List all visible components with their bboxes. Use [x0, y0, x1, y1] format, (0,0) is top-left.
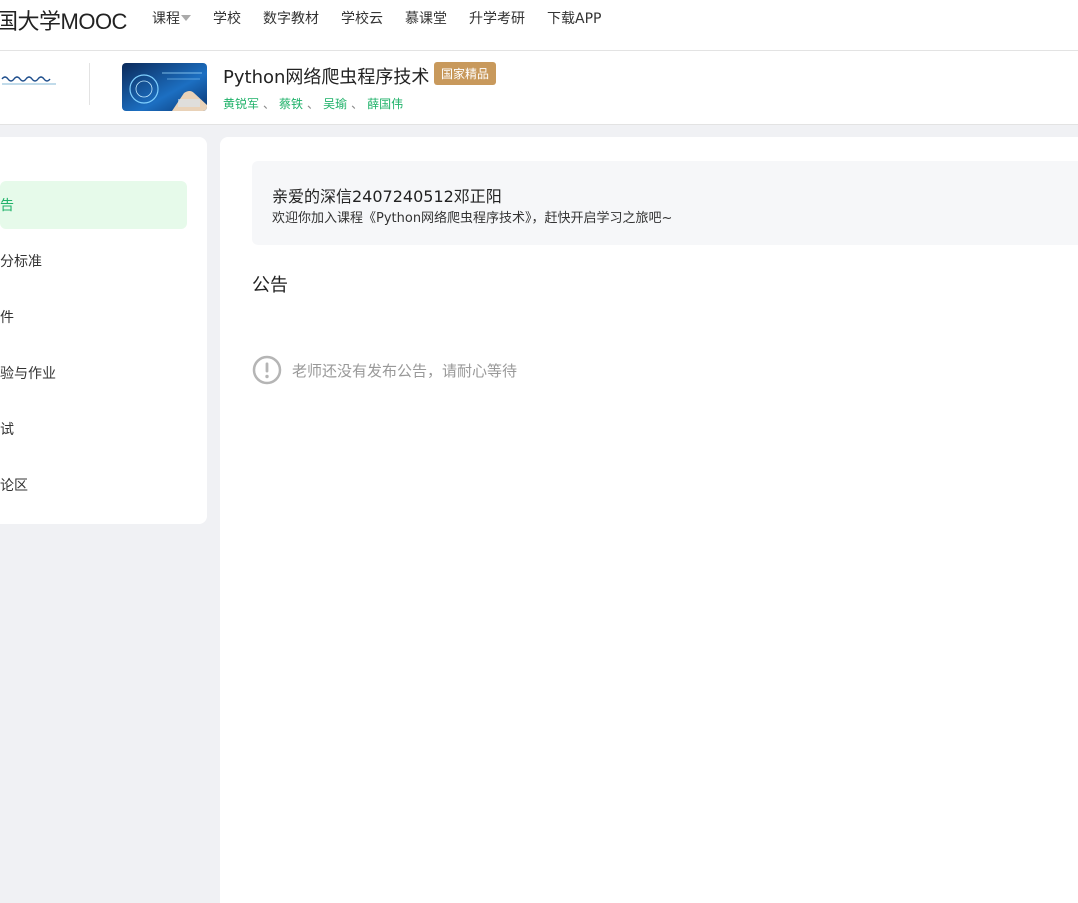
- course-title: Python网络爬虫程序技术: [223, 67, 430, 88]
- sidebar-item-label: 告: [0, 198, 14, 214]
- header-divider: [89, 63, 90, 105]
- sidebar-item-exam[interactable]: 试: [0, 405, 187, 453]
- teacher-name[interactable]: 黄锐军: [223, 97, 259, 111]
- main-nav: 课程 学校 数字教材 学校云 慕课堂 升学考研 下载APP: [152, 0, 623, 36]
- nav-item-schools[interactable]: 学校: [213, 8, 241, 28]
- sidebar-item-discussion[interactable]: 论区: [0, 461, 187, 509]
- teacher-separator: 、: [307, 97, 320, 111]
- sidebar-item-label: 件: [0, 310, 14, 326]
- nav-item-school-cloud[interactable]: 学校云: [341, 8, 383, 28]
- sidebar-item-courseware[interactable]: 件: [0, 293, 187, 341]
- site-logo[interactable]: 国大学MOOC: [0, 4, 127, 36]
- welcome-banner: 亲爱的深信2407240512邓正阳 欢迎你加入课程《Python网络爬虫程序技…: [252, 161, 1078, 245]
- top-nav-bar: 国大学MOOC 课程 学校 数字教材 学校云 慕课堂 升学考研 下载APP: [0, 0, 1078, 51]
- teacher-name[interactable]: 吴瑜: [323, 97, 347, 111]
- teacher-name[interactable]: 蔡铁: [279, 97, 303, 111]
- sidebar-item-label: 论区: [0, 478, 28, 494]
- sidebar-item-label: 分标准: [0, 254, 42, 270]
- main-content: 亲爱的深信2407240512邓正阳 欢迎你加入课程《Python网络爬虫程序技…: [220, 137, 1078, 903]
- empty-state: 老师还没有发布公告，请耐心等待: [252, 355, 517, 385]
- course-thumbnail[interactable]: [122, 63, 207, 111]
- nav-item-digital-textbooks[interactable]: 数字教材: [263, 8, 319, 28]
- nav-item-exam-prep[interactable]: 升学考研: [469, 8, 525, 28]
- sidebar-item-grading-standard[interactable]: 分标准: [0, 237, 187, 285]
- sidebar-item-tests-homework[interactable]: 验与作业: [0, 349, 187, 397]
- sidebar-item-label: 验与作业: [0, 366, 56, 382]
- sidebar-item-label: 试: [0, 422, 14, 438]
- exclamation-circle-icon: [252, 355, 282, 385]
- school-logo[interactable]: [0, 73, 58, 87]
- empty-state-text: 老师还没有发布公告，请耐心等待: [292, 361, 518, 380]
- caret-down-icon: [181, 15, 191, 21]
- nav-item-label: 课程: [152, 11, 180, 27]
- course-header: Python网络爬虫程序技术 国家精品 黄锐军、蔡铁、吴瑜、薛国伟: [0, 51, 1078, 125]
- welcome-message: 欢迎你加入课程《Python网络爬虫程序技术》，赶快开启学习之旅吧~: [272, 211, 673, 226]
- nav-item-download-app[interactable]: 下载APP: [547, 8, 601, 28]
- course-sidebar: 告 分标准 件 验与作业 试 论区: [0, 137, 207, 524]
- sidebar-item-announcements[interactable]: 告: [0, 181, 187, 229]
- teacher-name[interactable]: 薛国伟: [367, 97, 403, 111]
- welcome-greeting: 亲爱的深信2407240512邓正阳: [272, 187, 502, 206]
- teacher-list: 黄锐军、蔡铁、吴瑜、薛国伟: [223, 95, 403, 112]
- nav-item-mooc-classroom[interactable]: 慕课堂: [405, 8, 447, 28]
- teacher-separator: 、: [351, 97, 364, 111]
- nav-item-courses[interactable]: 课程: [152, 8, 191, 28]
- national-quality-badge: 国家精品: [434, 62, 497, 85]
- announcements-title: 公告: [252, 275, 288, 296]
- teacher-separator: 、: [263, 97, 276, 111]
